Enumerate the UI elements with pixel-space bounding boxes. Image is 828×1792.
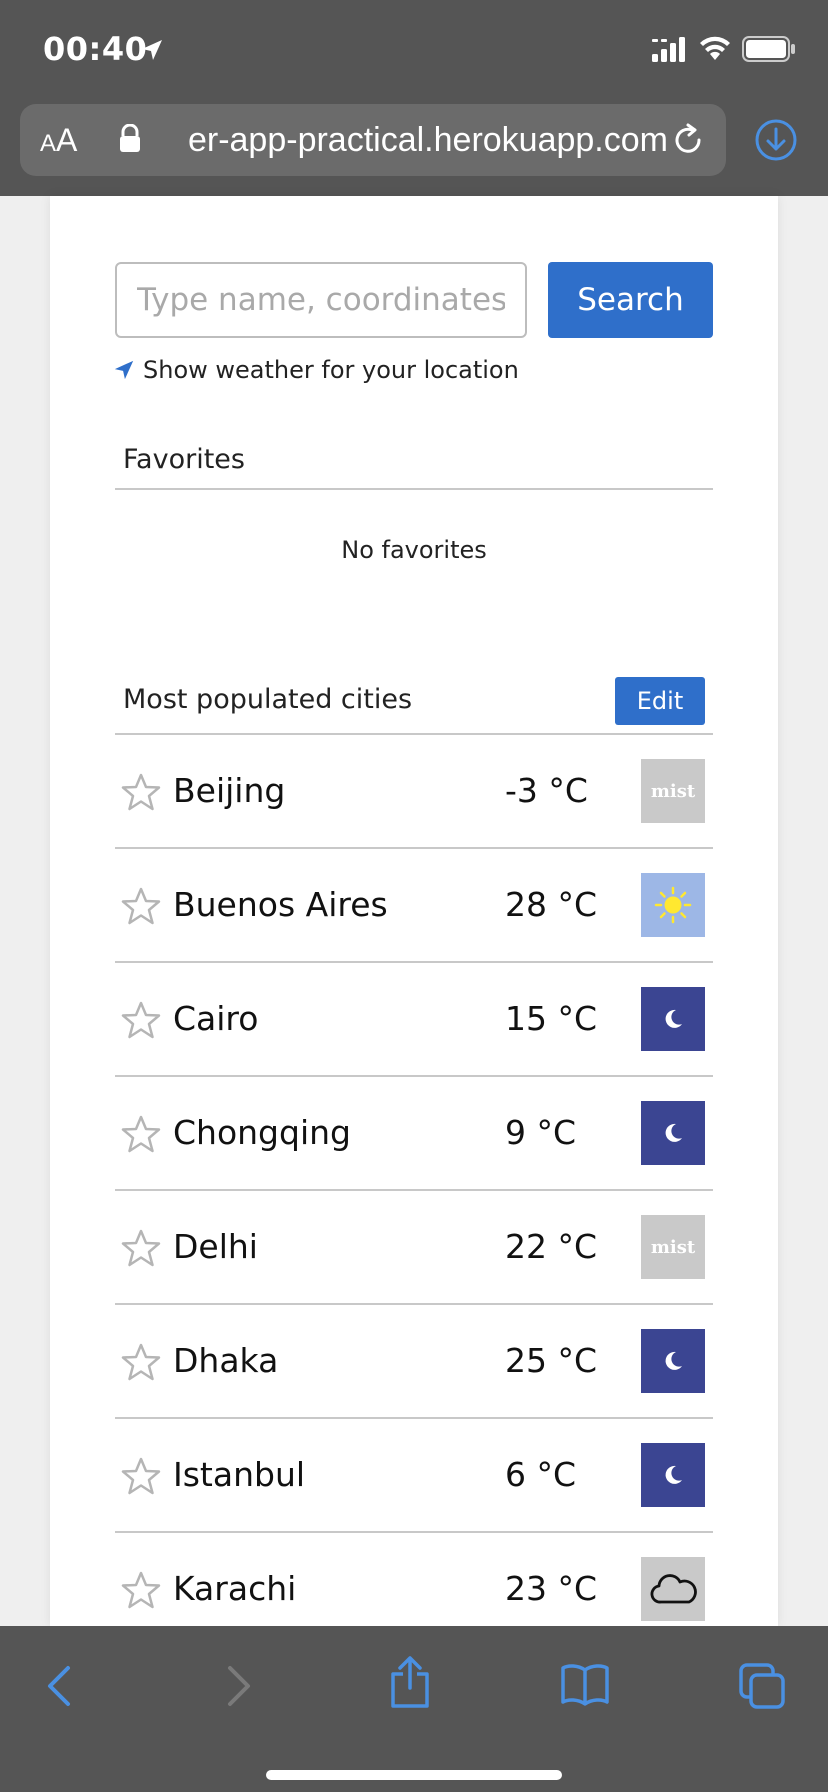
search-input[interactable]	[115, 262, 527, 338]
browser-top-bar: 00:40 AA er-app-practical.herokuapp.com	[0, 0, 828, 196]
forward-icon[interactable]	[218, 1662, 258, 1710]
download-icon[interactable]	[754, 118, 798, 162]
clear-night-weather-icon	[641, 1101, 705, 1165]
city-row[interactable]: Cairo 15 °C	[115, 963, 713, 1077]
favorite-star-icon[interactable]	[121, 773, 161, 815]
city-name: Karachi	[173, 1569, 297, 1608]
clear-night-weather-icon	[641, 987, 705, 1051]
favorite-star-icon[interactable]	[121, 1343, 161, 1385]
text-size-button[interactable]: AA	[40, 122, 77, 159]
city-name: Dhaka	[173, 1341, 279, 1380]
browser-bottom-toolbar	[0, 1626, 828, 1792]
city-row[interactable]: Chongqing 9 °C	[115, 1077, 713, 1191]
clear-day-weather-icon	[641, 873, 705, 937]
favorite-star-icon[interactable]	[121, 1115, 161, 1157]
location-link-label: Show weather for your location	[143, 356, 519, 384]
city-name: Cairo	[173, 999, 259, 1038]
bookmarks-icon[interactable]	[560, 1662, 610, 1706]
mist-weather-icon: mist	[641, 759, 705, 823]
home-indicator	[266, 1770, 562, 1780]
favorite-star-icon[interactable]	[121, 1571, 161, 1613]
clouds-weather-icon	[641, 1557, 705, 1621]
populated-cities-title: Most populated cities	[123, 684, 413, 715]
city-temperature: 9 °C	[505, 1113, 577, 1152]
city-name: Delhi	[173, 1227, 258, 1266]
favorite-star-icon[interactable]	[121, 1229, 161, 1271]
location-arrow-icon	[114, 360, 134, 380]
city-temperature: 28 °C	[505, 885, 598, 924]
favorite-star-icon[interactable]	[121, 887, 161, 929]
back-icon[interactable]	[40, 1662, 80, 1710]
clear-night-weather-icon	[641, 1329, 705, 1393]
favorite-star-icon[interactable]	[121, 1001, 161, 1043]
edit-button[interactable]: Edit	[615, 677, 705, 725]
favorites-divider	[115, 488, 713, 490]
battery-icon	[742, 36, 795, 62]
mist-weather-icon: mist	[641, 1215, 705, 1279]
city-row[interactable]: Beijing -3 °C mist	[115, 735, 713, 849]
city-temperature: 22 °C	[505, 1227, 598, 1266]
city-row[interactable]: Buenos Aires 28 °C	[115, 849, 713, 963]
city-temperature: 25 °C	[505, 1341, 598, 1380]
favorite-star-icon[interactable]	[121, 1457, 161, 1499]
status-bar: 00:40	[0, 0, 828, 100]
url-text[interactable]: er-app-practical.herokuapp.com	[148, 118, 668, 162]
city-name: Chongqing	[173, 1113, 351, 1152]
weather-app-card: Search Show weather for your location Fa…	[50, 196, 778, 1647]
city-temperature: 15 °C	[505, 999, 598, 1038]
city-name: Buenos Aires	[173, 885, 388, 924]
address-bar[interactable]: AA er-app-practical.herokuapp.com	[20, 104, 726, 176]
favorites-title: Favorites	[123, 444, 245, 475]
clear-night-weather-icon	[641, 1443, 705, 1507]
share-icon[interactable]	[388, 1654, 432, 1710]
tabs-icon[interactable]	[738, 1662, 786, 1710]
city-temperature: -3 °C	[505, 771, 588, 810]
signal-icon	[652, 37, 685, 62]
search-button[interactable]: Search	[548, 262, 713, 338]
city-row[interactable]: Istanbul 6 °C	[115, 1419, 713, 1533]
wifi-icon	[700, 36, 730, 60]
city-name: Beijing	[173, 771, 286, 810]
reload-icon[interactable]	[672, 122, 706, 158]
lock-icon	[120, 124, 140, 152]
city-temperature: 6 °C	[505, 1455, 577, 1494]
city-row[interactable]: Delhi 22 °C mist	[115, 1191, 713, 1305]
city-row[interactable]: Dhaka 25 °C	[115, 1305, 713, 1419]
city-name: Istanbul	[173, 1455, 306, 1494]
city-temperature: 23 °C	[505, 1569, 598, 1608]
show-location-weather-link[interactable]: Show weather for your location	[113, 356, 519, 384]
location-arrow-icon	[142, 40, 162, 60]
no-favorites-text: No favorites	[341, 536, 487, 564]
status-time: 00:40	[43, 30, 148, 68]
